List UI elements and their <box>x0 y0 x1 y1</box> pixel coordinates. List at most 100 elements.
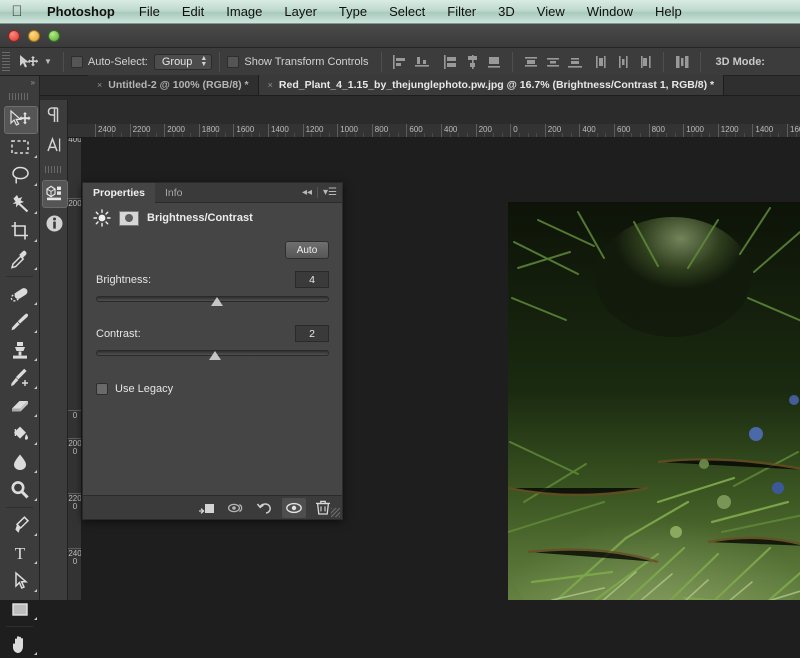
menu-item-view[interactable]: View <box>526 0 576 24</box>
dodge-tool[interactable] <box>0 476 40 504</box>
contrast-slider[interactable] <box>96 347 329 361</box>
apple-logo-icon[interactable]:  <box>0 3 34 20</box>
tool-more-icon[interactable] <box>34 442 37 445</box>
layer-mask-thumbnail-icon[interactable] <box>119 210 139 226</box>
panel-resize-handle[interactable] <box>331 508 340 517</box>
distribute-vertical-centers-icon[interactable] <box>543 52 563 72</box>
tool-preset-chevron-icon[interactable]: ▼ <box>44 57 52 66</box>
brightness-input[interactable]: 4 <box>295 271 329 288</box>
tool-more-icon[interactable] <box>34 652 37 655</box>
tool-more-icon[interactable] <box>34 498 37 501</box>
align-top-edges-icon[interactable] <box>462 52 482 72</box>
juniper-plant-photo[interactable] <box>508 202 800 600</box>
distribute-spacing-icon[interactable] <box>672 52 692 72</box>
view-previous-state-icon[interactable] <box>223 498 249 518</box>
tool-more-icon[interactable] <box>34 533 37 536</box>
auto-select-checkbox[interactable] <box>70 55 83 68</box>
paragraph-panel-icon[interactable] <box>40 100 68 130</box>
brightness-slider-thumb[interactable] <box>211 297 224 306</box>
history-brush-tool[interactable] <box>0 364 40 392</box>
menu-item-filter[interactable]: Filter <box>436 0 487 24</box>
tool-more-icon[interactable] <box>34 386 37 389</box>
pen-tool[interactable] <box>0 511 40 539</box>
spot-healing-brush-tool[interactable] <box>0 280 40 308</box>
align-left-edges-icon[interactable] <box>390 52 410 72</box>
reset-adjustment-icon[interactable] <box>252 498 278 518</box>
brush-tool[interactable] <box>0 308 40 336</box>
eraser-tool[interactable] <box>0 392 40 420</box>
distribute-bottom-icon[interactable] <box>565 52 585 72</box>
align-right-edges-icon[interactable] <box>440 52 460 72</box>
path-selection-tool[interactable] <box>0 567 40 595</box>
character-panel-icon[interactable] <box>40 130 68 160</box>
horizontal-ruler[interactable]: 2400 2200 2000 1800 1600 1400 1200 1000 800 600 40… <box>68 124 800 138</box>
distribute-top-icon[interactable] <box>521 52 541 72</box>
crop-tool[interactable] <box>0 217 40 245</box>
document-tab-red-plant[interactable]: × Red_Plant_4_1.15_by_thejunglephoto.pw.… <box>258 75 725 95</box>
menu-item-window[interactable]: Window <box>576 0 644 24</box>
menu-item-edit[interactable]: Edit <box>171 0 215 24</box>
rectangular-marquee-tool[interactable] <box>0 133 40 161</box>
zoom-button[interactable] <box>48 29 60 42</box>
move-tool[interactable] <box>0 105 40 134</box>
collapse-panel-icon[interactable]: » <box>0 76 39 90</box>
collapse-double-arrow-icon[interactable]: ◂◂ <box>297 187 317 198</box>
info-panel-icon[interactable] <box>40 208 68 238</box>
tool-more-icon[interactable] <box>34 183 37 186</box>
contrast-input[interactable]: 2 <box>295 325 329 342</box>
type-tool[interactable]: T <box>0 539 40 567</box>
tab-info[interactable]: Info <box>155 183 193 203</box>
brightness-slider[interactable] <box>96 293 329 307</box>
paint-bucket-tool[interactable] <box>0 420 40 448</box>
contrast-slider-thumb[interactable] <box>208 351 221 360</box>
tool-more-icon[interactable] <box>34 155 37 158</box>
tool-more-icon[interactable] <box>34 470 37 473</box>
distribute-left-icon[interactable] <box>591 52 611 72</box>
menu-item-image[interactable]: Image <box>215 0 273 24</box>
options-bar-grip[interactable] <box>2 51 10 72</box>
align-horizontal-centers-icon[interactable] <box>412 52 432 72</box>
auto-select-dropdown[interactable]: Group ▲ ▼ <box>153 53 213 70</box>
tool-more-icon[interactable] <box>34 589 37 592</box>
vertical-ruler[interactable]: 400 200 0 2000 2200 2400 <box>68 138 82 600</box>
clip-to-layer-icon[interactable] <box>194 498 220 518</box>
tool-more-icon[interactable] <box>34 330 37 333</box>
current-tool-preset[interactable]: ▼ <box>14 54 56 70</box>
use-legacy-checkbox[interactable] <box>96 383 108 395</box>
menu-item-file[interactable]: File <box>128 0 171 24</box>
close-icon[interactable]: × <box>97 80 102 90</box>
blur-tool[interactable] <box>0 448 40 476</box>
close-button[interactable] <box>8 29 20 42</box>
lasso-tool[interactable] <box>0 161 40 189</box>
eyedropper-tool[interactable] <box>0 245 40 273</box>
clone-stamp-tool[interactable] <box>0 336 40 364</box>
magic-wand-tool[interactable] <box>0 189 40 217</box>
tool-more-icon[interactable] <box>34 414 37 417</box>
document-tab-untitled-2[interactable]: × Untitled-2 @ 100% (RGB/8) * <box>88 75 259 95</box>
minimize-button[interactable] <box>28 29 40 42</box>
rectangle-shape-tool[interactable] <box>0 595 40 623</box>
align-vertical-centers-icon[interactable] <box>484 52 504 72</box>
properties-panel-icon[interactable] <box>40 178 68 208</box>
menu-item-3d[interactable]: 3D <box>487 0 526 24</box>
hand-tool[interactable] <box>0 630 40 658</box>
use-legacy-row[interactable]: Use Legacy <box>96 383 329 395</box>
panel-strip-grip[interactable] <box>45 163 62 175</box>
toolbar-grip[interactable] <box>9 90 30 102</box>
toggle-layer-visibility-icon[interactable] <box>281 497 307 518</box>
menu-item-layer[interactable]: Layer <box>273 0 328 24</box>
panel-menu-icon[interactable]: ▾☰ <box>317 187 342 198</box>
close-icon[interactable]: × <box>268 80 273 90</box>
tool-more-icon[interactable] <box>34 267 37 270</box>
distribute-horizontal-centers-icon[interactable] <box>613 52 633 72</box>
distribute-right-icon[interactable] <box>635 52 655 72</box>
tool-more-icon[interactable] <box>34 211 37 214</box>
menu-item-type[interactable]: Type <box>328 0 378 24</box>
show-transform-controls-checkbox[interactable] <box>227 55 240 68</box>
auto-button[interactable]: Auto <box>285 241 329 259</box>
tool-more-icon[interactable] <box>34 239 37 242</box>
tool-more-icon[interactable] <box>34 302 37 305</box>
menu-item-help[interactable]: Help <box>644 0 693 24</box>
tab-properties[interactable]: Properties <box>83 182 155 203</box>
tool-more-icon[interactable] <box>34 561 37 564</box>
